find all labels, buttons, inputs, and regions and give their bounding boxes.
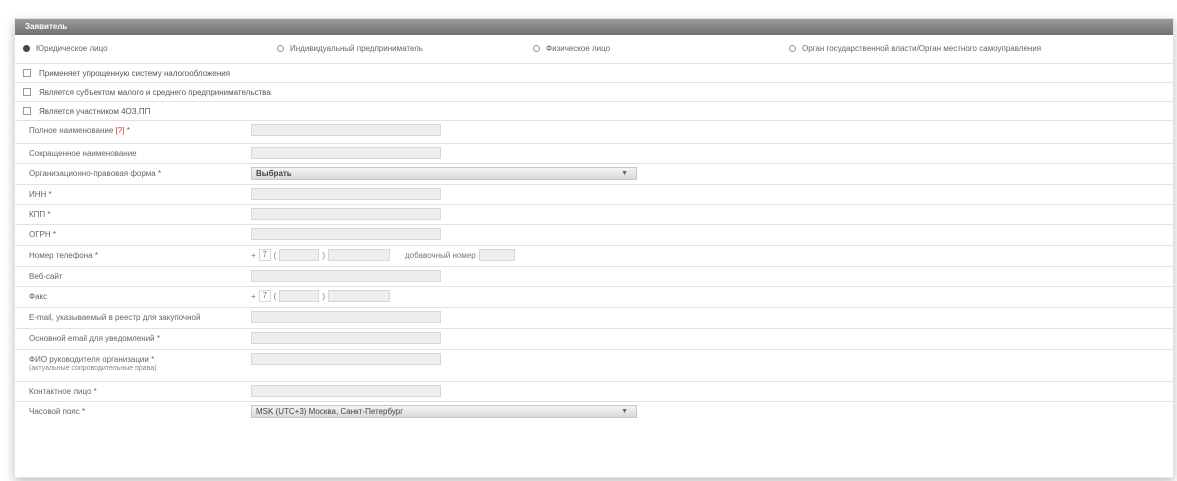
- row-inn: ИНН *: [15, 185, 1173, 205]
- radio-individual[interactable]: Физическое лицо: [533, 44, 610, 53]
- row-fax: Факс + 7 ( ): [15, 287, 1173, 308]
- applicant-panel: Заявитель Юридическое лицо Индивидуальны…: [14, 18, 1174, 478]
- phone-label: Номер телефона *: [29, 251, 98, 260]
- applicant-type-group: Юридическое лицо Индивидуальный предприн…: [15, 35, 1173, 64]
- checkbox-icon[interactable]: [23, 107, 31, 115]
- phone-number-input[interactable]: [328, 249, 391, 261]
- phone-area-code-input[interactable]: [279, 249, 320, 261]
- ogrn-label: ОГРН *: [29, 230, 57, 239]
- inn-input[interactable]: [251, 188, 441, 200]
- website-label: Веб-сайт: [29, 272, 63, 281]
- row-org-form: Организационно-правовая форма * Выбрать ▼: [15, 164, 1173, 185]
- row-kpp: КПП *: [15, 205, 1173, 225]
- contact-label: Контактное лицо *: [29, 387, 97, 396]
- checkbox-simplified-tax[interactable]: Применяет упрощенную систему налогооблож…: [15, 64, 1173, 83]
- row-timezone: Часовой пояс * MSK (UTC+3) Москва, Санкт…: [15, 402, 1173, 423]
- row-contact: Контактное лицо *: [15, 382, 1173, 402]
- kpp-label: КПП *: [29, 210, 51, 219]
- email-tender-label: E-mail, указываемый в реестр для закупоч…: [29, 313, 201, 322]
- radio-label: Орган государственной власти/Орган местн…: [802, 44, 1042, 53]
- radio-label: Физическое лицо: [546, 44, 611, 53]
- phone-open-paren: (: [273, 250, 277, 260]
- radio-government-body[interactable]: Орган государственной власти/Орган местн…: [789, 44, 1041, 53]
- radio-empty-icon: [533, 45, 540, 52]
- phone-plus: +: [251, 250, 256, 260]
- checkbox-icon[interactable]: [23, 69, 31, 77]
- inn-label: ИНН *: [29, 190, 52, 199]
- full-name-input[interactable]: [251, 124, 441, 136]
- fax-plus: +: [251, 291, 256, 301]
- short-name-input[interactable]: [251, 147, 441, 159]
- checkbox-participant[interactable]: Является участником 4ОЗ.ПП: [15, 102, 1173, 121]
- fax-number-input[interactable]: [328, 290, 391, 302]
- fax-group: + 7 ( ): [251, 290, 391, 302]
- row-phone: Номер телефона * + 7 ( ) добавочный номе…: [15, 246, 1173, 267]
- phone-country-code[interactable]: 7: [258, 249, 271, 261]
- radio-empty-icon: [789, 45, 796, 52]
- row-email-tender: E-mail, указываемый в реестр для закупоч…: [15, 308, 1173, 329]
- checkbox-icon[interactable]: [23, 88, 31, 96]
- row-website: Веб-сайт: [15, 267, 1173, 287]
- timezone-select[interactable]: MSK (UTC+3) Москва, Санкт-Петербург ▼: [251, 405, 637, 418]
- phone-close-paren: ): [322, 250, 326, 260]
- ogrn-input[interactable]: [251, 228, 441, 240]
- row-email-notify: Основной email для уведомлений *: [15, 329, 1173, 350]
- row-ogrn: ОГРН *: [15, 225, 1173, 246]
- website-input[interactable]: [251, 270, 441, 282]
- radio-empty-icon: [277, 45, 284, 52]
- director-sublabel: (актуальные сопроводительные права): [29, 365, 157, 372]
- panel-header: Заявитель: [15, 19, 1173, 35]
- fax-area-code-input[interactable]: [279, 290, 320, 302]
- short-name-label: Сокращенное наименование: [29, 149, 137, 158]
- phone-ext-label: добавочный номер: [405, 250, 476, 260]
- contact-input[interactable]: [251, 385, 441, 397]
- checkbox-label: Является субъектом малого и среднего пре…: [39, 87, 271, 97]
- fax-open-paren: (: [273, 291, 277, 301]
- radio-label: Индивидуальный предприниматель: [290, 44, 423, 53]
- phone-ext-input[interactable]: [478, 249, 515, 261]
- email-notify-label: Основной email для уведомлений *: [29, 334, 160, 343]
- radio-label: Юридическое лицо: [36, 44, 108, 53]
- director-label: ФИО руководителя организации * (актуальны…: [29, 355, 157, 372]
- radio-legal-entity[interactable]: Юридическое лицо: [23, 44, 108, 53]
- row-full-name: Полное наименование [?] *: [15, 121, 1173, 144]
- email-notify-input[interactable]: [251, 332, 441, 344]
- chevron-down-icon: ▼: [621, 408, 628, 415]
- phone-group: + 7 ( ) добавочный номер: [251, 249, 515, 261]
- fax-label: Факс: [29, 292, 48, 301]
- director-input[interactable]: [251, 353, 441, 365]
- full-name-label: Полное наименование [?] *: [29, 126, 130, 135]
- radio-selected-icon: [23, 45, 30, 52]
- org-form-label: Организационно-правовая форма *: [29, 169, 162, 178]
- chevron-down-icon: ▼: [621, 170, 628, 177]
- kpp-input[interactable]: [251, 208, 441, 220]
- row-short-name: Сокращенное наименование: [15, 144, 1173, 164]
- fax-country-code[interactable]: 7: [258, 290, 271, 302]
- radio-individual-entrepreneur[interactable]: Индивидуальный предприниматель: [277, 44, 423, 53]
- checkbox-label: Применяет упрощенную систему налогооблож…: [39, 68, 231, 78]
- checkbox-small-business[interactable]: Является субъектом малого и среднего пре…: [15, 83, 1173, 102]
- org-form-select[interactable]: Выбрать ▼: [251, 167, 637, 180]
- fax-close-paren: ): [322, 291, 326, 301]
- timezone-label: Часовой пояс *: [29, 407, 86, 416]
- checkbox-label: Является участником 4ОЗ.ПП: [39, 106, 151, 116]
- email-tender-input[interactable]: [251, 311, 441, 323]
- row-director: ФИО руководителя организации * (актуальны…: [15, 350, 1173, 382]
